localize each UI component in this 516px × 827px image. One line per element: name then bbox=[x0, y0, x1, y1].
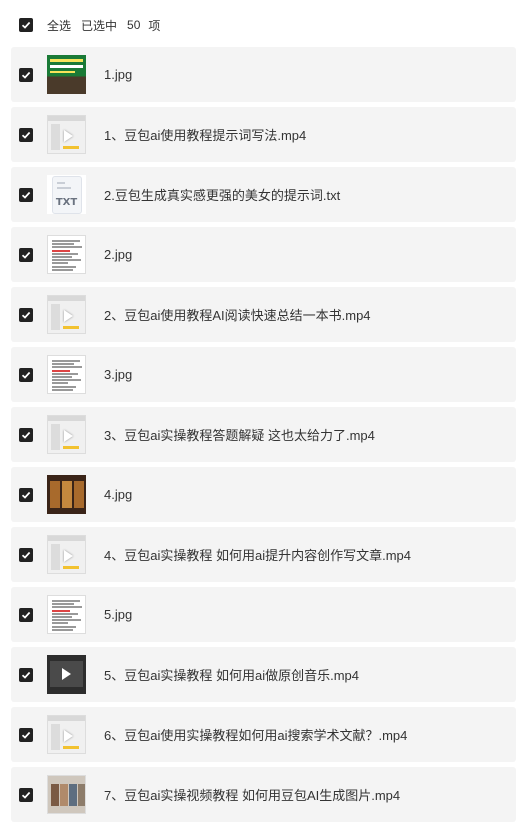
video-thumbnail bbox=[47, 715, 86, 754]
video-thumbnail bbox=[47, 295, 86, 334]
txt-label: TXT bbox=[55, 196, 78, 208]
checkmark-icon bbox=[21, 671, 31, 679]
file-row[interactable]: 3、豆包ai实操教程答题解疑 这也太给力了.mp4 bbox=[11, 407, 516, 462]
file-checkbox[interactable] bbox=[19, 667, 33, 682]
file-row[interactable]: 4、豆包ai实操教程 如何用ai提升内容创作写文章.mp4 bbox=[11, 527, 516, 582]
file-name: 2.jpg bbox=[104, 247, 133, 262]
file-checkbox[interactable] bbox=[19, 307, 33, 322]
file-checkbox[interactable] bbox=[19, 427, 33, 442]
video-thumbnail bbox=[47, 535, 86, 574]
checkmark-icon bbox=[21, 71, 31, 79]
file-name: 2.豆包生成真实感更强的美女的提示词.txt bbox=[104, 188, 341, 203]
txt-file-icon: TXT bbox=[47, 175, 86, 214]
file-row[interactable]: 5.jpg bbox=[11, 587, 516, 642]
file-row[interactable]: 1.jpg bbox=[11, 47, 516, 102]
file-row[interactable]: 7、豆包ai实操视频教程 如何用豆包AI生成图片.mp4 bbox=[11, 767, 516, 822]
checkmark-icon bbox=[21, 731, 31, 739]
file-row[interactable]: 2.jpg bbox=[11, 227, 516, 282]
file-name: 7、豆包ai实操视频教程 如何用豆包AI生成图片.mp4 bbox=[104, 788, 401, 803]
play-icon bbox=[62, 668, 71, 680]
file-row[interactable]: 5、豆包ai实操教程 如何用ai做原创音乐.mp4 bbox=[11, 647, 516, 702]
checkmark-icon bbox=[21, 371, 31, 379]
select-all-checkbox[interactable] bbox=[19, 18, 33, 32]
checkmark-icon bbox=[21, 311, 31, 319]
checkmark-icon bbox=[21, 611, 31, 619]
file-name: 3、豆包ai实操教程答题解疑 这也太给力了.mp4 bbox=[104, 428, 375, 443]
play-icon bbox=[64, 430, 73, 442]
video-thumbnail bbox=[47, 655, 86, 694]
selection-toolbar: 全选 已选中 50 项 bbox=[0, 0, 516, 50]
image-thumbnail bbox=[47, 235, 86, 274]
file-checkbox[interactable] bbox=[19, 187, 33, 202]
file-row[interactable]: 2、豆包ai使用教程AI阅读快速总结一本书.mp4 bbox=[11, 287, 516, 342]
file-row[interactable]: TXT 2.豆包生成真实感更强的美女的提示词.txt bbox=[11, 167, 516, 222]
selected-suffix: 项 bbox=[148, 18, 161, 33]
play-icon bbox=[64, 730, 73, 742]
file-checkbox[interactable] bbox=[19, 787, 33, 802]
file-checkbox[interactable] bbox=[19, 547, 33, 562]
checkmark-icon bbox=[21, 491, 31, 499]
file-checkbox[interactable] bbox=[19, 67, 33, 82]
checkmark-icon bbox=[21, 791, 31, 799]
image-thumbnail bbox=[47, 55, 86, 94]
file-list: 1.jpg 1、豆包ai使用教程提示词写法.mp4 TXT 2.豆包生成真实感更强的美… bbox=[11, 47, 516, 827]
file-name: 1.jpg bbox=[104, 67, 133, 82]
checkmark-icon bbox=[21, 431, 31, 439]
video-thumbnail bbox=[47, 415, 86, 454]
checkmark-icon bbox=[21, 191, 31, 199]
file-name: 3.jpg bbox=[104, 367, 133, 382]
file-name: 6、豆包ai使用实操教程如何用ai搜索学术文献？.mp4 bbox=[104, 728, 408, 743]
file-name: 4.jpg bbox=[104, 487, 133, 502]
checkmark-icon bbox=[21, 251, 31, 259]
play-icon bbox=[64, 130, 73, 142]
select-all-label[interactable]: 全选 bbox=[47, 17, 71, 34]
file-name: 5、豆包ai实操教程 如何用ai做原创音乐.mp4 bbox=[104, 668, 359, 683]
file-row[interactable]: 3.jpg bbox=[11, 347, 516, 402]
file-name: 1、豆包ai使用教程提示词写法.mp4 bbox=[104, 128, 307, 143]
file-row[interactable]: 4.jpg bbox=[11, 467, 516, 522]
file-checkbox[interactable] bbox=[19, 127, 33, 142]
file-name: 2、豆包ai使用教程AI阅读快速总结一本书.mp4 bbox=[104, 308, 371, 323]
file-checkbox[interactable] bbox=[19, 487, 33, 502]
file-checkbox[interactable] bbox=[19, 727, 33, 742]
selected-count: 50 bbox=[127, 18, 141, 32]
file-row[interactable]: 6、豆包ai使用实操教程如何用ai搜索学术文献？.mp4 bbox=[11, 707, 516, 762]
checkmark-icon bbox=[21, 131, 31, 139]
file-checkbox[interactable] bbox=[19, 247, 33, 262]
file-checkbox[interactable] bbox=[19, 367, 33, 382]
selected-prefix: 已选中 bbox=[81, 18, 118, 33]
play-icon bbox=[64, 310, 73, 322]
image-thumbnail bbox=[47, 775, 86, 814]
file-row[interactable]: 1、豆包ai使用教程提示词写法.mp4 bbox=[11, 107, 516, 162]
file-name: 4、豆包ai实操教程 如何用ai提升内容创作写文章.mp4 bbox=[104, 548, 411, 563]
file-name: 5.jpg bbox=[104, 607, 133, 622]
image-thumbnail bbox=[47, 355, 86, 394]
checkmark-icon bbox=[21, 21, 31, 29]
play-icon bbox=[64, 550, 73, 562]
image-thumbnail bbox=[47, 595, 86, 634]
checkmark-icon bbox=[21, 551, 31, 559]
file-checkbox[interactable] bbox=[19, 607, 33, 622]
video-thumbnail bbox=[47, 115, 86, 154]
image-thumbnail bbox=[47, 475, 86, 514]
